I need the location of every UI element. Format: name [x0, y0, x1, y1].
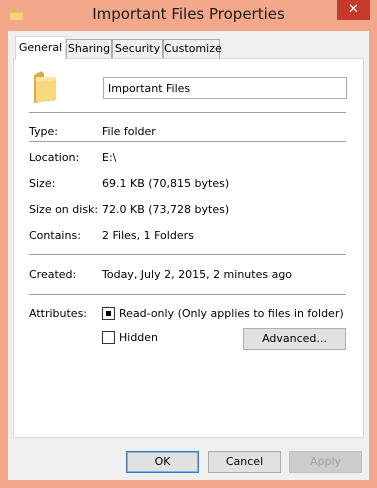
cancel-button[interactable]: Cancel	[208, 451, 281, 473]
folder-name-input[interactable]	[103, 77, 347, 99]
close-button[interactable]: ✕	[337, 0, 370, 20]
type-value: File folder	[102, 125, 156, 138]
size-label: Size:	[29, 177, 56, 190]
tab-general[interactable]: General	[15, 36, 66, 60]
contains-label: Contains:	[29, 229, 81, 242]
contains-value: 2 Files, 1 Folders	[102, 229, 194, 242]
created-value: Today, July 2, 2015, 2 minutes ago	[102, 268, 293, 281]
dialog-client: General Sharing Security Customize Type:…	[8, 31, 369, 480]
readonly-label[interactable]: Read-only (Only applies to files in fold…	[119, 307, 344, 320]
advanced-button[interactable]: Advanced...	[243, 328, 346, 350]
location-value: E:\	[102, 151, 117, 164]
tab-sharing[interactable]: Sharing	[66, 39, 112, 59]
separator	[29, 112, 346, 113]
separator	[29, 254, 346, 255]
folder-icon	[30, 69, 60, 105]
size-value: 69.1 KB (70,815 bytes)	[102, 177, 230, 190]
tab-customize[interactable]: Customize	[163, 39, 222, 59]
tab-security[interactable]: Security	[112, 39, 163, 59]
size-on-disk-label: Size on disk:	[29, 203, 99, 216]
readonly-checkbox[interactable]	[102, 307, 115, 320]
title-bar[interactable]: Important Files Properties ✕	[0, 0, 377, 30]
size-on-disk-value: 72.0 KB (73,728 bytes)	[102, 203, 230, 216]
attributes-label: Attributes:	[29, 307, 88, 320]
indeterminate-mark	[106, 311, 111, 316]
ok-button[interactable]: OK	[126, 451, 199, 473]
window-title: Important Files Properties	[92, 5, 285, 23]
location-label: Location:	[29, 151, 80, 164]
separator	[29, 294, 346, 295]
apply-button[interactable]: Apply	[289, 451, 362, 473]
hidden-label[interactable]: Hidden	[119, 331, 158, 344]
hidden-checkbox[interactable]	[102, 331, 115, 344]
created-label: Created:	[29, 268, 77, 281]
separator	[29, 141, 346, 142]
general-panel	[13, 58, 364, 438]
type-label: Type:	[29, 125, 58, 138]
properties-window: Important Files Properties ✕ General Sha…	[0, 0, 377, 488]
close-icon: ✕	[348, 2, 359, 17]
